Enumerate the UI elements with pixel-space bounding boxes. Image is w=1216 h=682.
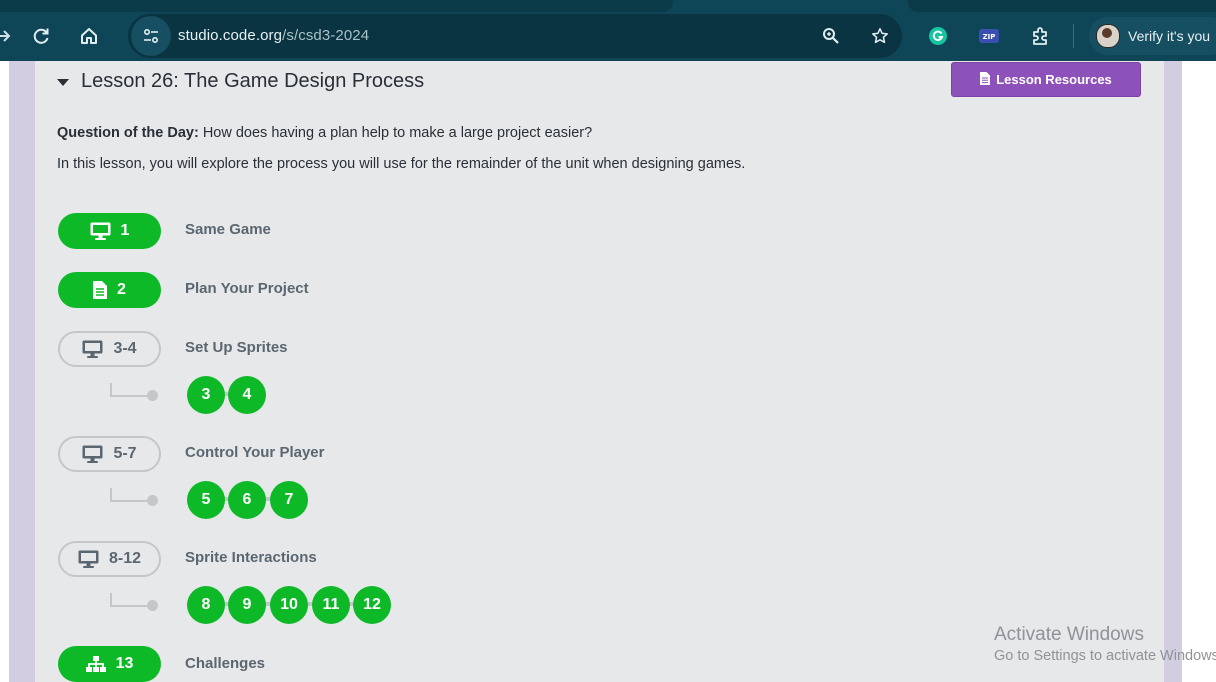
- level-title[interactable]: Control Your Player: [185, 444, 324, 461]
- level-pill-13[interactable]: 13: [58, 646, 161, 682]
- sublevel-bubble-4[interactable]: 4: [228, 376, 266, 414]
- sublevel-bubble-8[interactable]: 8: [187, 586, 225, 624]
- zip-label: ZIP: [983, 33, 996, 41]
- level-pill-number: 2: [117, 281, 126, 298]
- home-icon[interactable]: [75, 22, 103, 50]
- site-info-icon[interactable]: [131, 16, 171, 56]
- sublevel-connector: [110, 383, 152, 397]
- level-pill-2[interactable]: 2: [58, 272, 161, 308]
- url-text[interactable]: studio.code.org/s/csd3-2024: [178, 27, 369, 44]
- sublevel-bubble-12[interactable]: 12: [353, 586, 391, 624]
- profile-label: Verify it's you: [1128, 28, 1211, 44]
- sublevel-bubble-11[interactable]: 11: [312, 586, 350, 624]
- level-pill-number: 3-4: [113, 340, 137, 357]
- desktop-icon: [78, 550, 99, 568]
- zip-extension-icon[interactable]: ZIP: [975, 22, 1003, 50]
- connector-dot: [147, 495, 158, 506]
- level-pill-number: 5-7: [113, 445, 137, 462]
- lesson-resources-button[interactable]: Lesson Resources: [951, 62, 1141, 97]
- reload-icon[interactable]: [27, 22, 55, 50]
- level-pill-5-7[interactable]: 5-7: [58, 436, 161, 472]
- lesson-header[interactable]: Lesson 26: The Game Design Process: [57, 70, 424, 93]
- qotd-label: Question of the Day:: [57, 125, 199, 141]
- desktop-icon: [90, 222, 111, 240]
- sublevel-bubble-6[interactable]: 6: [228, 481, 266, 519]
- avatar: [1096, 24, 1120, 48]
- document-icon: [93, 281, 108, 299]
- extensions-puzzle-icon[interactable]: [1026, 22, 1054, 50]
- level-pill-3-4[interactable]: 3-4: [58, 331, 161, 367]
- level-pill-8-12[interactable]: 8-12: [58, 541, 161, 577]
- tab-strip: [908, 0, 1216, 12]
- connector-dot: [147, 390, 158, 401]
- qotd-text: How does having a plan help to make a la…: [198, 125, 593, 141]
- level-title[interactable]: Challenges: [185, 655, 265, 672]
- desktop-icon: [82, 445, 103, 463]
- level-pill-1[interactable]: 1: [58, 213, 161, 249]
- level-title[interactable]: Plan Your Project: [185, 280, 309, 297]
- url-host: studio.code.org: [178, 27, 283, 44]
- lesson-title: Lesson 26: The Game Design Process: [81, 70, 425, 92]
- activate-windows-hint: Go to Settings to activate Windows.: [994, 648, 1216, 664]
- level-pill-number: 8-12: [108, 550, 142, 567]
- document-icon: [980, 71, 991, 88]
- question-of-the-day: Question of the Day: How does having a p…: [57, 125, 592, 141]
- sublevel-bubble-9[interactable]: 9: [228, 586, 266, 624]
- tab-strip: [0, 0, 673, 12]
- sitemap-icon: [85, 655, 106, 673]
- sublevel-bubble-7[interactable]: 7: [270, 481, 308, 519]
- level-pill-number: 1: [120, 222, 130, 239]
- lesson-resources-label: Lesson Resources: [996, 72, 1112, 87]
- bookmark-star-icon[interactable]: [866, 22, 894, 50]
- level-title[interactable]: Sprite Interactions: [185, 549, 317, 566]
- sublevel-bubble-5[interactable]: 5: [187, 481, 225, 519]
- browser-toolbar: studio.code.org/s/csd3-2024 ZIP Verify i…: [0, 0, 1216, 61]
- sublevel-connector: [110, 593, 152, 607]
- level-title[interactable]: Same Game: [185, 221, 271, 238]
- level-title[interactable]: Set Up Sprites: [185, 339, 288, 356]
- zoom-icon[interactable]: [817, 22, 845, 50]
- desktop-icon: [82, 340, 103, 358]
- activate-windows-title: Activate Windows: [994, 624, 1144, 645]
- forward-arrow-icon[interactable]: [0, 22, 18, 50]
- collapse-caret-icon[interactable]: [57, 79, 69, 86]
- profile-button[interactable]: Verify it's you: [1089, 17, 1216, 55]
- level-pill-number: 13: [115, 655, 134, 672]
- sublevel-bubble-10[interactable]: 10: [270, 586, 308, 624]
- toolbar-divider: [1073, 24, 1074, 48]
- sublevel-bubble-3[interactable]: 3: [187, 376, 225, 414]
- lesson-overview: In this lesson, you will explore the pro…: [57, 156, 746, 172]
- connector-dot: [147, 600, 158, 611]
- grammarly-icon[interactable]: [924, 22, 952, 50]
- url-path: /s/csd3-2024: [282, 27, 370, 44]
- sublevel-connector: [110, 488, 152, 502]
